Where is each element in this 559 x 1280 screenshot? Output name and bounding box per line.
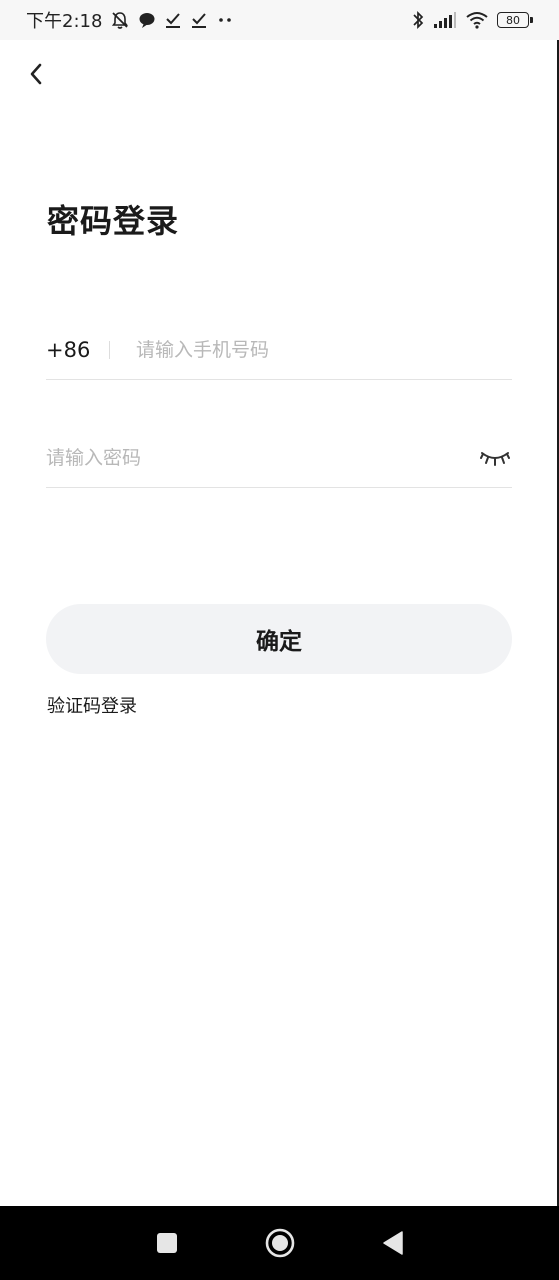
phone-input[interactable] (136, 329, 512, 370)
page-title: 密码登录 (47, 202, 180, 240)
home-button[interactable] (256, 1219, 304, 1267)
confirm-button[interactable]: 确定 (46, 604, 512, 674)
signal-icon (433, 11, 457, 29)
recents-square-icon (156, 1233, 177, 1253)
back-triangle-icon (382, 1231, 403, 1255)
status-right: 80 (411, 10, 533, 30)
sms-login-link[interactable]: 验证码登录 (47, 692, 137, 718)
password-row (46, 428, 512, 488)
check-icon (164, 11, 182, 29)
back-button[interactable] (18, 56, 54, 92)
country-code[interactable]: +86 (46, 338, 106, 362)
mute-icon (110, 10, 130, 30)
battery-icon: 80 (497, 12, 533, 28)
password-input[interactable] (46, 437, 478, 478)
eye-closed-icon (480, 451, 510, 466)
status-left: 下午2:18 (26, 7, 234, 33)
chat-icon (138, 11, 156, 29)
wifi-icon (465, 11, 489, 29)
status-bar: 下午2:18 80 (0, 0, 559, 40)
nav-back-button[interactable] (369, 1219, 417, 1267)
status-time: 下午2:18 (26, 11, 103, 32)
recents-button[interactable] (143, 1219, 191, 1267)
chevron-left-icon (30, 63, 42, 85)
home-circle-icon (265, 1228, 294, 1258)
password-visibility-toggle[interactable] (478, 445, 512, 471)
check-icon (190, 11, 208, 29)
login-screen: 下午2:18 80 密码登录 +86 请输入手机号码 确定 验证码登录 (0, 0, 559, 1280)
more-dots-icon (216, 15, 234, 25)
system-nav-bar (0, 1206, 559, 1280)
battery-level: 80 (506, 13, 520, 27)
phone-row: +86 (46, 320, 512, 380)
bluetooth-icon (411, 10, 425, 30)
country-code-divider (109, 340, 110, 359)
